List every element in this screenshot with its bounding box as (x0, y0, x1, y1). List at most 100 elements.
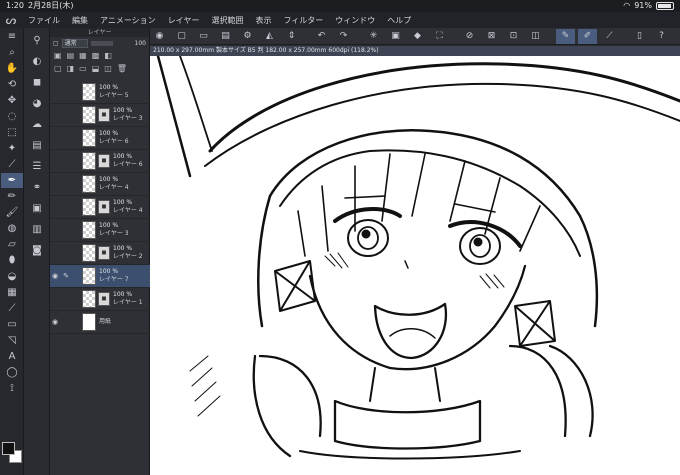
menu-help[interactable]: ヘルプ (381, 15, 417, 26)
merge-down-icon[interactable]: ⬓ (92, 64, 100, 73)
visibility-eye-icon[interactable]: ◉ (50, 272, 60, 280)
menu-window[interactable]: ウィンドウ (329, 15, 381, 26)
ruler-icon[interactable]: ⟋ (600, 29, 619, 44)
menu-icon[interactable]: ≡ (1, 29, 23, 44)
help-icon[interactable]: ? (652, 29, 671, 44)
menu-layer[interactable]: レイヤー (162, 15, 206, 26)
mask-icon[interactable]: ◫ (526, 29, 545, 44)
history-icon[interactable]: ▥ (27, 220, 47, 238)
layer-row[interactable]: 100 % レイヤー 6 (50, 127, 150, 150)
layer-row[interactable]: 100 % レイヤー 3 (50, 219, 150, 242)
brush-icon[interactable]: 🖌 (1, 205, 23, 220)
visibility-eye-icon[interactable]: ◉ (50, 318, 60, 326)
navigator-icon[interactable]: ▣ (27, 199, 47, 217)
new-raster-layer-icon[interactable]: ▢ (54, 64, 62, 73)
blend-icon[interactable]: ⬮ (1, 253, 23, 268)
invert-icon[interactable]: ⊠ (482, 29, 501, 44)
save-icon[interactable]: ▤ (216, 29, 235, 44)
opacity-value[interactable]: 100 (135, 40, 146, 47)
brush-panel-icon[interactable]: ☁ (27, 115, 47, 133)
layer-row[interactable]: ◼ 100 % レイヤー 6 (50, 150, 150, 173)
open-folder-icon[interactable]: ▭ (194, 29, 213, 44)
edit-target-icon[interactable]: ✎ (60, 272, 72, 280)
transform-icon[interactable]: ⛶ (430, 29, 449, 44)
balloon-icon[interactable]: ◯ (1, 365, 23, 380)
palette-icon[interactable]: ◼ (27, 73, 47, 91)
mask-toggle-icon[interactable]: ◧ (104, 51, 112, 60)
redo-icon[interactable]: ↷ (334, 29, 353, 44)
device-icon[interactable]: ▯ (630, 29, 649, 44)
expand-icon[interactable]: ⇕ (282, 29, 301, 44)
layer-thumbnail (82, 290, 96, 308)
crop-icon[interactable]: ⊡ (504, 29, 523, 44)
new-file-icon[interactable]: ▢ (172, 29, 191, 44)
bucket-icon[interactable]: ◭ (260, 29, 279, 44)
zoom-icon[interactable]: ⌕ (1, 45, 23, 60)
drawing-canvas[interactable] (150, 56, 680, 475)
eraser-icon[interactable]: ▱ (1, 237, 23, 252)
layer-props-icon[interactable]: ⚲ (27, 31, 47, 49)
pen-pressure-icon[interactable]: ✐ (578, 28, 597, 44)
layer-row[interactable]: ◼ 100 % レイヤー 2 (50, 242, 150, 265)
material-icon[interactable]: ▤ (27, 136, 47, 154)
clip-icon[interactable]: ▣ (54, 51, 62, 60)
correct-line-icon[interactable]: ⟟ (1, 381, 23, 396)
layer-row[interactable]: ◼ 100 % レイヤー 3 (50, 104, 150, 127)
layer-row[interactable]: ◉ 用紙 (50, 311, 150, 334)
menu-selection[interactable]: 選択範囲 (205, 15, 249, 26)
airbrush-icon[interactable]: ◍ (1, 221, 23, 236)
clear-icon[interactable]: ▣ (386, 29, 405, 44)
pencil-icon[interactable]: ✏ (1, 189, 23, 204)
reference-icon[interactable]: ▤ (67, 51, 75, 60)
lock-icon[interactable]: ▩ (92, 51, 100, 60)
layer-search-icon[interactable]: ⚭ (27, 178, 47, 196)
camera-icon[interactable]: ◙ (27, 241, 47, 259)
new-folder-icon[interactable]: ▭ (79, 64, 87, 73)
layer-row[interactable]: ◼ 100 % レイヤー 4 (50, 196, 150, 219)
blend-mode-select[interactable]: 通常 (61, 38, 88, 48)
layer-row[interactable]: 100 % レイヤー 4 (50, 173, 150, 196)
move-icon[interactable]: ✥ (1, 93, 23, 108)
new-vector-layer-icon[interactable]: ◨ (67, 64, 75, 73)
deselect-icon[interactable]: ⊘ (460, 29, 479, 44)
hand-icon[interactable]: ✋ (1, 61, 23, 76)
layer-info: 100 % レイヤー 1 (113, 291, 143, 307)
magic-wand-icon[interactable]: ✦ (1, 141, 23, 156)
menu-animation[interactable]: アニメーション (94, 15, 162, 26)
figure-icon[interactable]: ⟋ (1, 301, 23, 316)
undo-icon[interactable]: ↶ (312, 29, 331, 44)
fill-icon[interactable]: ◆ (408, 29, 427, 44)
rotate-icon[interactable]: ⟲ (1, 77, 23, 92)
menu-view[interactable]: 表示 (249, 15, 277, 26)
layer-mask-icon[interactable]: ◫ (104, 64, 112, 73)
pen-icon[interactable]: ✒ (1, 173, 23, 188)
loading-icon[interactable]: ✳ (364, 29, 383, 44)
brush-size-icon[interactable]: ◐ (27, 52, 47, 70)
select-icon[interactable]: ⬚ (1, 125, 23, 140)
lasso-icon[interactable]: ◌ (1, 109, 23, 124)
gradient-icon[interactable]: ▦ (1, 285, 23, 300)
ruler-tool-icon[interactable]: ◹ (1, 333, 23, 348)
foreground-color[interactable] (2, 442, 15, 455)
opacity-slider[interactable] (90, 40, 113, 46)
stroke-icon[interactable]: ✎ (556, 28, 575, 44)
color-swatch[interactable] (2, 442, 22, 466)
layer-row[interactable]: ◼ 100 % レイヤー 1 (50, 288, 150, 311)
fill-bucket-icon[interactable]: ◒ (1, 269, 23, 284)
settings-icon[interactable]: ⚙ (238, 29, 257, 44)
layer-row[interactable]: ◉ ✎ 100 % レイヤー 7 (50, 265, 150, 288)
layer-row[interactable]: 100 % レイヤー 5 (50, 81, 150, 104)
delete-layer-icon[interactable]: 🗑 (117, 64, 127, 73)
lock-transparent-icon[interactable]: ▦ (79, 51, 87, 60)
eye-icon[interactable]: ◉ (150, 29, 169, 44)
app-logo-icon[interactable]: ᔕ (0, 13, 22, 27)
menu-filter[interactable]: フィルター (277, 15, 329, 26)
menu-edit[interactable]: 編集 (66, 15, 94, 26)
menu-file[interactable]: ファイル (22, 15, 66, 26)
layer-property-icon[interactable]: ▢ (53, 40, 59, 47)
layers-stack-icon[interactable]: ☰ (27, 157, 47, 175)
color-wheel-icon[interactable]: ◕ (27, 94, 47, 112)
frame-icon[interactable]: ▭ (1, 317, 23, 332)
text-icon[interactable]: A (1, 349, 23, 364)
eyedropper-icon[interactable]: ⟋ (1, 157, 23, 172)
